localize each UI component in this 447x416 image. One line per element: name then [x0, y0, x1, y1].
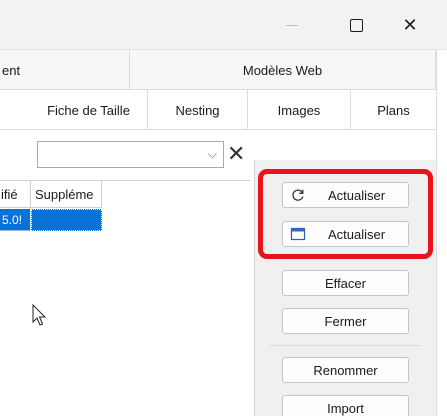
tab-modeles-web[interactable]: Modèles Web — [130, 50, 436, 90]
column-header-label: Suppléme — [35, 186, 94, 202]
close-button[interactable]: Fermer — [282, 308, 409, 334]
highlight-annotation — [258, 169, 433, 259]
filter-combobox[interactable]: ⌵ — [37, 141, 224, 168]
button-label: Fermer — [324, 313, 367, 329]
tab-images[interactable]: Images — [248, 90, 351, 130]
tab-label: Modèles Web — [242, 62, 323, 78]
cell-value: 5.0! — [2, 212, 23, 227]
rename-button[interactable]: Renommer — [282, 357, 409, 383]
clear-filter-icon[interactable]: ✕ — [227, 142, 245, 166]
title-bar: ✕ — [0, 0, 447, 50]
window-divider — [436, 50, 437, 416]
tab-label: Images — [277, 102, 321, 118]
top-tab-strip: ent Modèles Web — [0, 50, 436, 90]
clear-button[interactable]: Effacer — [282, 270, 409, 296]
tab-nesting[interactable]: Nesting — [148, 90, 248, 130]
tab-fiche-de-taille[interactable]: Fiche de Taille — [0, 90, 148, 130]
column-header-modifie[interactable]: ifié — [0, 181, 31, 208]
import-button[interactable]: Import — [282, 395, 409, 416]
maximize-button[interactable] — [334, 12, 378, 38]
tab-label: Fiche de Taille — [47, 102, 130, 118]
tab-top-0[interactable]: ent — [0, 50, 130, 90]
main-tab-strip: Fiche de Taille Nesting Images Plans — [0, 90, 436, 130]
mouse-pointer-icon — [32, 304, 47, 326]
button-label: Import — [327, 400, 364, 416]
tab-plans[interactable]: Plans — [351, 90, 436, 130]
column-header-supplement[interactable]: Suppléme — [31, 181, 102, 208]
button-label: Effacer — [325, 275, 366, 291]
column-header-label: ifié — [1, 186, 18, 202]
chevron-down-icon[interactable]: ⌵ — [208, 147, 217, 162]
tab-label: ent — [2, 62, 21, 78]
panel-separator — [270, 345, 420, 346]
maximize-icon — [349, 18, 363, 32]
button-label: Renommer — [313, 362, 378, 378]
data-grid[interactable]: ifié Suppléme 5.0! — [0, 180, 250, 416]
tab-label: Nesting — [175, 102, 220, 118]
tab-label: Plans — [377, 102, 410, 118]
minimize-icon — [286, 24, 298, 26]
table-cell[interactable]: 5.0! — [0, 209, 31, 231]
table-cell[interactable] — [31, 209, 102, 231]
minimize-button[interactable] — [270, 12, 314, 38]
close-icon: ✕ — [402, 14, 418, 35]
close-window-button[interactable]: ✕ — [388, 12, 432, 38]
